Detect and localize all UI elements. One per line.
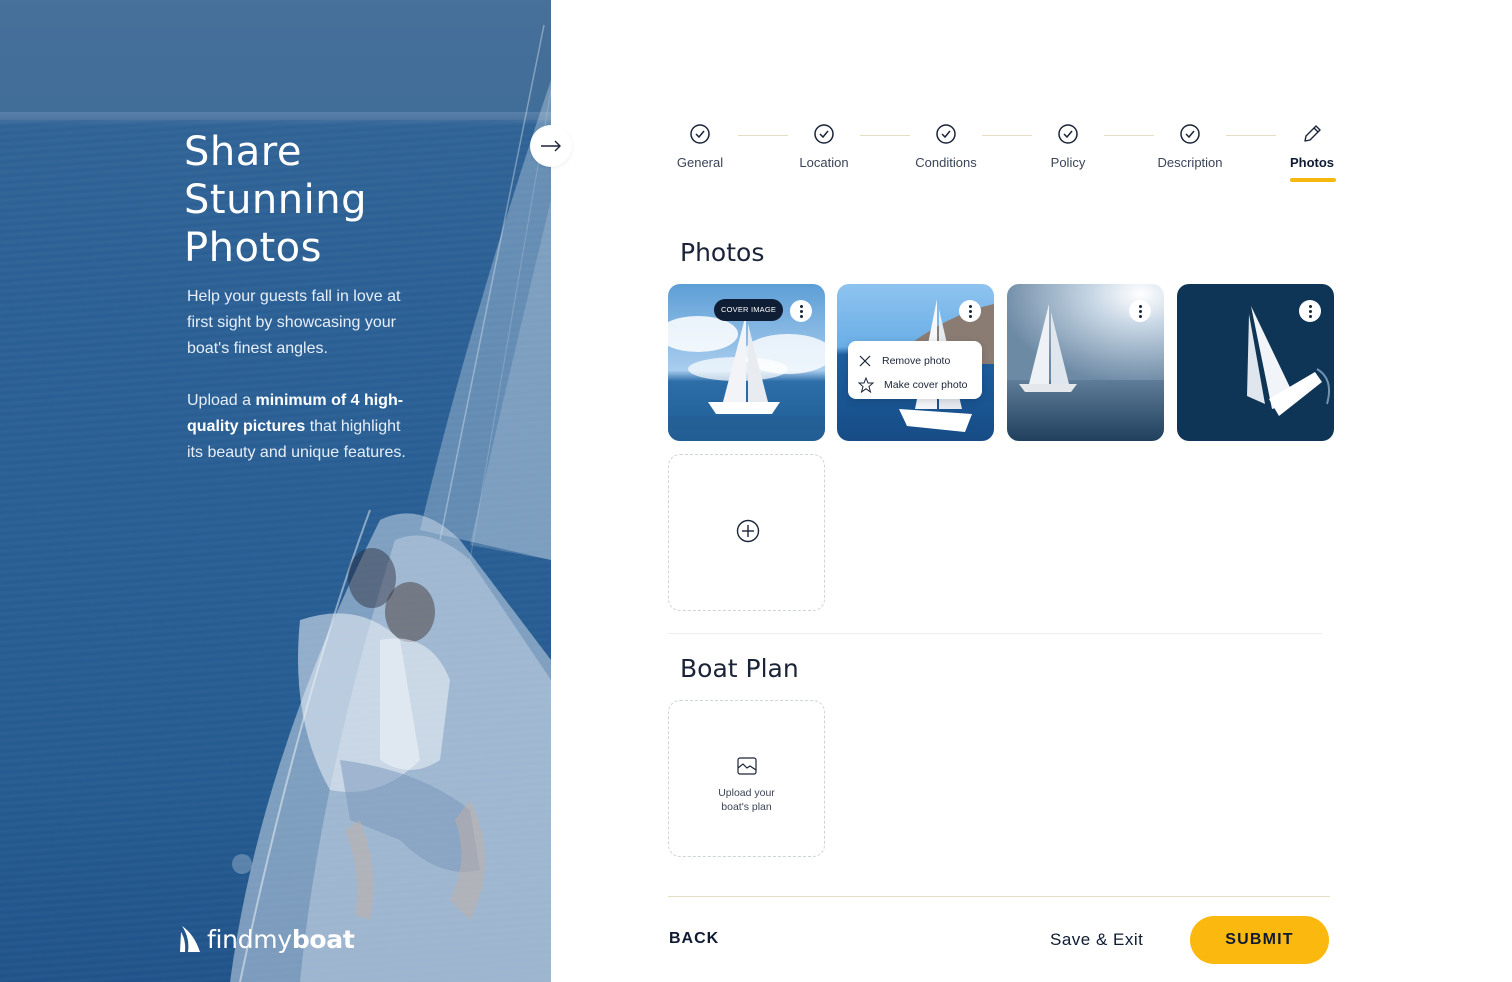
step-label: Location <box>799 155 849 170</box>
step-label: Policy <box>1050 155 1086 170</box>
add-photo-button[interactable] <box>668 454 825 611</box>
upload-boat-plan-button[interactable]: Upload your boat's plan <box>668 700 825 857</box>
step-location[interactable]: Location <box>779 118 869 170</box>
photo-options-button[interactable] <box>1129 300 1151 322</box>
check-circle-icon <box>936 124 956 144</box>
brand-wordmark: findmyboat <box>207 924 355 954</box>
back-button[interactable]: BACK <box>669 930 719 948</box>
plus-circle-icon <box>736 519 760 543</box>
step-label: General <box>676 155 724 170</box>
section-divider <box>668 633 1322 634</box>
collapse-panel-button[interactable] <box>530 125 572 167</box>
photo-options-menu: Remove photo Make cover photo <box>848 341 982 399</box>
close-icon <box>859 355 871 367</box>
step-label: Description <box>1157 155 1223 170</box>
hero-title: Share Stunning Photos <box>184 129 367 271</box>
brand-logo: findmyboat <box>180 924 355 954</box>
hero-panel: Share Stunning Photos Help your guests f… <box>0 0 551 982</box>
save-exit-button[interactable]: Save & Exit <box>1050 930 1143 950</box>
step-label: Photos <box>1289 155 1335 170</box>
boat-plan-section-title: Boat Plan <box>680 654 799 683</box>
step-description[interactable]: Description <box>1145 118 1235 170</box>
photo-options-button[interactable] <box>1299 300 1321 322</box>
photo-options-button[interactable] <box>790 300 812 322</box>
photo-tile-1[interactable]: COVER IMAGE <box>668 284 825 441</box>
step-policy[interactable]: Policy <box>1023 118 1113 170</box>
photo-options-button[interactable] <box>959 300 981 322</box>
progress-stepper: General Location Conditions Policy Descr… <box>660 118 1350 188</box>
check-circle-icon <box>1058 124 1078 144</box>
photos-section-title: Photos <box>680 238 765 267</box>
hero-paragraph-1: Help your guests fall in love at first s… <box>187 288 401 357</box>
step-conditions[interactable]: Conditions <box>901 118 991 170</box>
check-circle-icon <box>690 124 710 144</box>
upload-boat-plan-label: Upload your boat's plan <box>718 787 775 813</box>
check-circle-icon <box>1180 124 1200 144</box>
sail-logo-icon <box>180 926 200 952</box>
photo-tile-3[interactable] <box>1007 284 1164 441</box>
photo-tile-4[interactable] <box>1177 284 1334 441</box>
footer-divider <box>668 896 1330 897</box>
make-cover-menu-item[interactable]: Make cover photo <box>858 373 982 397</box>
hero-paragraph-2: Upload a minimum of 4 high-quality pictu… <box>187 392 406 461</box>
star-icon <box>858 377 874 393</box>
pencil-icon <box>1304 125 1321 142</box>
step-photos[interactable]: Photos <box>1267 118 1357 182</box>
step-label: Conditions <box>915 155 977 170</box>
image-icon <box>737 757 757 775</box>
remove-photo-label: Remove photo <box>882 355 951 367</box>
active-step-indicator <box>1290 178 1336 182</box>
submit-button[interactable]: SUBMIT <box>1190 916 1329 964</box>
check-circle-icon <box>814 124 834 144</box>
cover-image-badge: COVER IMAGE <box>714 299 784 321</box>
make-cover-label: Make cover photo <box>884 379 968 391</box>
arrow-right-icon <box>541 140 561 152</box>
remove-photo-menu-item[interactable]: Remove photo <box>858 349 982 373</box>
hero-description: Help your guests fall in love at first s… <box>187 284 417 492</box>
step-general[interactable]: General <box>655 118 745 170</box>
